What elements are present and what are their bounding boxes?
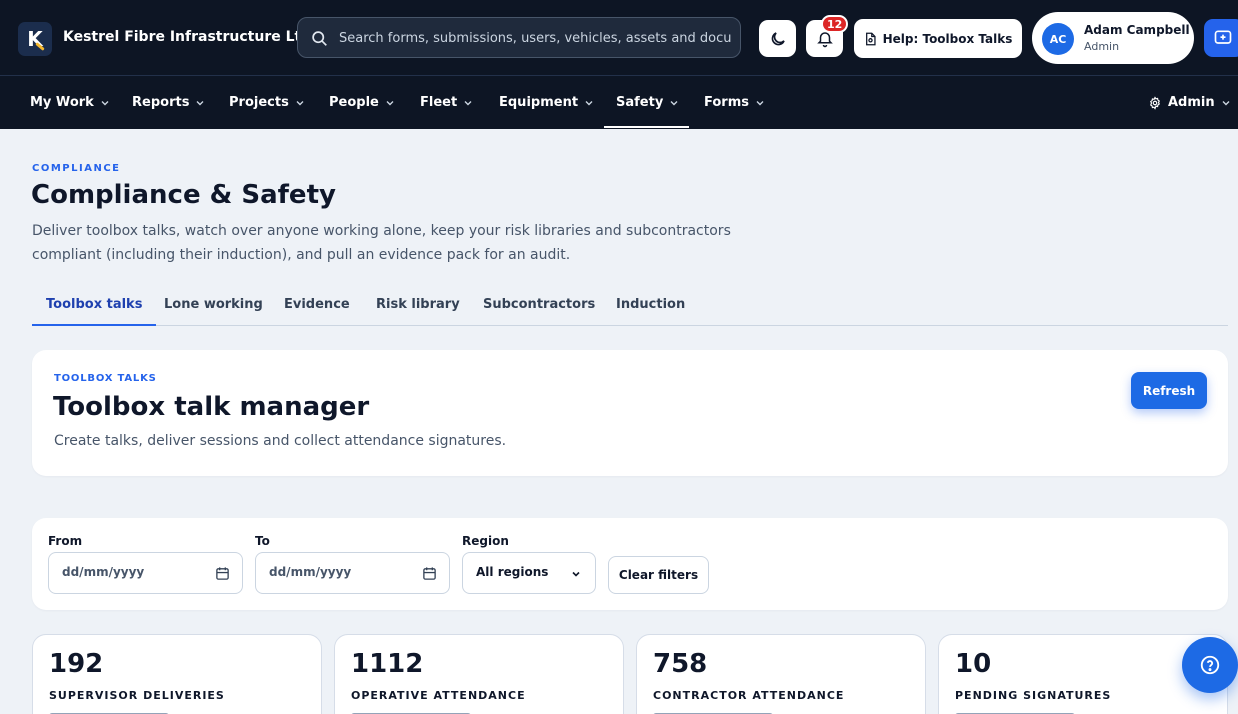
page-title: Compliance & Safety xyxy=(31,180,336,210)
to-date-input[interactable]: dd/mm/yyyy xyxy=(255,552,450,594)
stat-value: 10 xyxy=(955,649,992,679)
chevron-down-icon xyxy=(1222,100,1230,105)
admin-label: Admin xyxy=(1168,95,1215,110)
from-date-input[interactable]: dd/mm/yyyy xyxy=(48,552,243,594)
card-description: Create talks, deliver sessions and colle… xyxy=(54,433,507,449)
stat-label: SUPERVISOR DELIVERIES xyxy=(49,689,225,702)
avatar: AC xyxy=(1042,23,1074,55)
tab-induction[interactable]: Induction xyxy=(616,284,685,324)
company-name: Kestrel Fibre Infrastructure Ltd xyxy=(63,29,312,45)
theme-toggle-button[interactable] xyxy=(759,20,796,57)
stat-subtext-clipped xyxy=(49,709,299,714)
nav-label: Forms xyxy=(704,95,749,110)
tab-evidence[interactable]: Evidence xyxy=(284,284,350,324)
toolbox-manager-card: TOOLBOX TALKS Toolbox talk manager Creat… xyxy=(32,350,1228,476)
nav-fleet[interactable]: Fleet xyxy=(420,76,473,129)
gear-icon xyxy=(1149,95,1161,110)
calendar-icon[interactable] xyxy=(422,566,437,581)
tab-risk-library[interactable]: Risk library xyxy=(376,284,460,324)
section-tabs: Toolbox talks Lone working Evidence Risk… xyxy=(31,284,1228,326)
stat-subtext-clipped xyxy=(653,709,903,714)
nav-label: Projects xyxy=(229,95,289,110)
nav-equipment[interactable]: Equipment xyxy=(499,76,594,129)
nav-people[interactable]: People xyxy=(329,76,395,129)
search-input[interactable] xyxy=(339,26,734,50)
user-role: Admin xyxy=(1084,40,1120,53)
company-logo[interactable]: K xyxy=(18,22,52,56)
notification-count-badge: 12 xyxy=(821,15,849,33)
question-circle-icon xyxy=(1200,655,1220,675)
document-icon xyxy=(865,32,876,45)
nav-projects[interactable]: Projects xyxy=(229,76,305,129)
stat-label: PENDING SIGNATURES xyxy=(955,689,1112,702)
to-date-placeholder: dd/mm/yyyy xyxy=(269,565,352,579)
main-nav: My Work Reports Projects People Fleet Eq… xyxy=(0,76,1238,129)
page-description: Deliver toolbox talks, watch over anyone… xyxy=(32,223,731,263)
tab-lone-working[interactable]: Lone working xyxy=(164,284,263,324)
top-header: K Kestrel Fibre Infrastructure Ltd 12 He… xyxy=(0,0,1238,76)
chevron-down-icon xyxy=(296,100,304,105)
tab-toolbox-talks[interactable]: Toolbox talks xyxy=(31,284,157,326)
nav-label: People xyxy=(329,95,379,110)
stat-value: 1112 xyxy=(351,649,424,679)
chevron-down-icon xyxy=(464,100,472,105)
chevron-down-icon xyxy=(386,100,394,105)
help-label: Help: Toolbox Talks xyxy=(882,31,1013,46)
user-menu[interactable]: AC Adam Campbell Admin xyxy=(1032,12,1194,64)
stat-card-supervisor-deliveries[interactable]: 192 SUPERVISOR DELIVERIES xyxy=(32,634,322,714)
global-search[interactable] xyxy=(297,17,741,58)
stat-label: CONTRACTOR ATTENDANCE xyxy=(653,689,845,702)
chevron-down-icon xyxy=(756,100,764,105)
nav-label: Equipment xyxy=(499,95,579,110)
card-title: Toolbox talk manager xyxy=(53,392,370,422)
refresh-button[interactable]: Refresh xyxy=(1131,372,1207,409)
tab-subcontractors[interactable]: Subcontractors xyxy=(483,284,595,324)
calendar-icon[interactable] xyxy=(215,566,230,581)
region-label: Region xyxy=(462,534,509,548)
search-icon xyxy=(312,31,327,46)
stat-subtext-clipped xyxy=(955,709,1205,714)
user-name: Adam Campbell xyxy=(1084,23,1190,37)
from-date-placeholder: dd/mm/yyyy xyxy=(62,565,145,579)
chevron-down-icon xyxy=(196,100,204,105)
chevron-down-icon xyxy=(572,571,580,577)
nav-my-work[interactable]: My Work xyxy=(30,76,110,129)
floating-help-button[interactable] xyxy=(1182,637,1238,693)
region-select[interactable]: All regions xyxy=(462,552,596,594)
nav-reports[interactable]: Reports xyxy=(132,76,205,129)
stat-card-contractor-attendance[interactable]: 758 CONTRACTOR ATTENDANCE xyxy=(636,634,926,714)
stat-subtext-clipped xyxy=(351,709,601,714)
admin-menu[interactable]: Admin xyxy=(1148,76,1231,129)
nav-label: Safety xyxy=(616,95,664,110)
stat-value: 758 xyxy=(653,649,708,679)
page-eyebrow: COMPLIANCE xyxy=(32,163,121,174)
nav-forms[interactable]: Forms xyxy=(704,76,765,129)
feedback-button[interactable] xyxy=(1204,19,1238,57)
moon-icon xyxy=(771,31,785,45)
filters-card: From dd/mm/yyyy To dd/mm/yyyy Region All… xyxy=(32,518,1228,610)
nav-label: My Work xyxy=(30,95,94,110)
chevron-down-icon xyxy=(101,100,109,105)
chevron-down-icon xyxy=(670,100,678,105)
card-eyebrow: TOOLBOX TALKS xyxy=(54,373,157,384)
help-toolbox-talks-button[interactable]: Help: Toolbox Talks xyxy=(854,19,1022,58)
to-label: To xyxy=(255,534,270,548)
nav-label: Reports xyxy=(132,95,190,110)
chevron-down-icon xyxy=(585,100,593,105)
nav-safety[interactable]: Safety xyxy=(603,76,690,129)
clear-filters-button[interactable]: Clear filters xyxy=(608,556,709,594)
message-plus-icon xyxy=(1214,30,1232,44)
stat-value: 192 xyxy=(49,649,104,679)
from-label: From xyxy=(48,534,83,548)
nav-label: Fleet xyxy=(420,95,458,110)
stat-card-operative-attendance[interactable]: 1112 OPERATIVE ATTENDANCE xyxy=(334,634,624,714)
region-select-value: All regions xyxy=(476,565,549,579)
stat-label: OPERATIVE ATTENDANCE xyxy=(351,689,526,702)
